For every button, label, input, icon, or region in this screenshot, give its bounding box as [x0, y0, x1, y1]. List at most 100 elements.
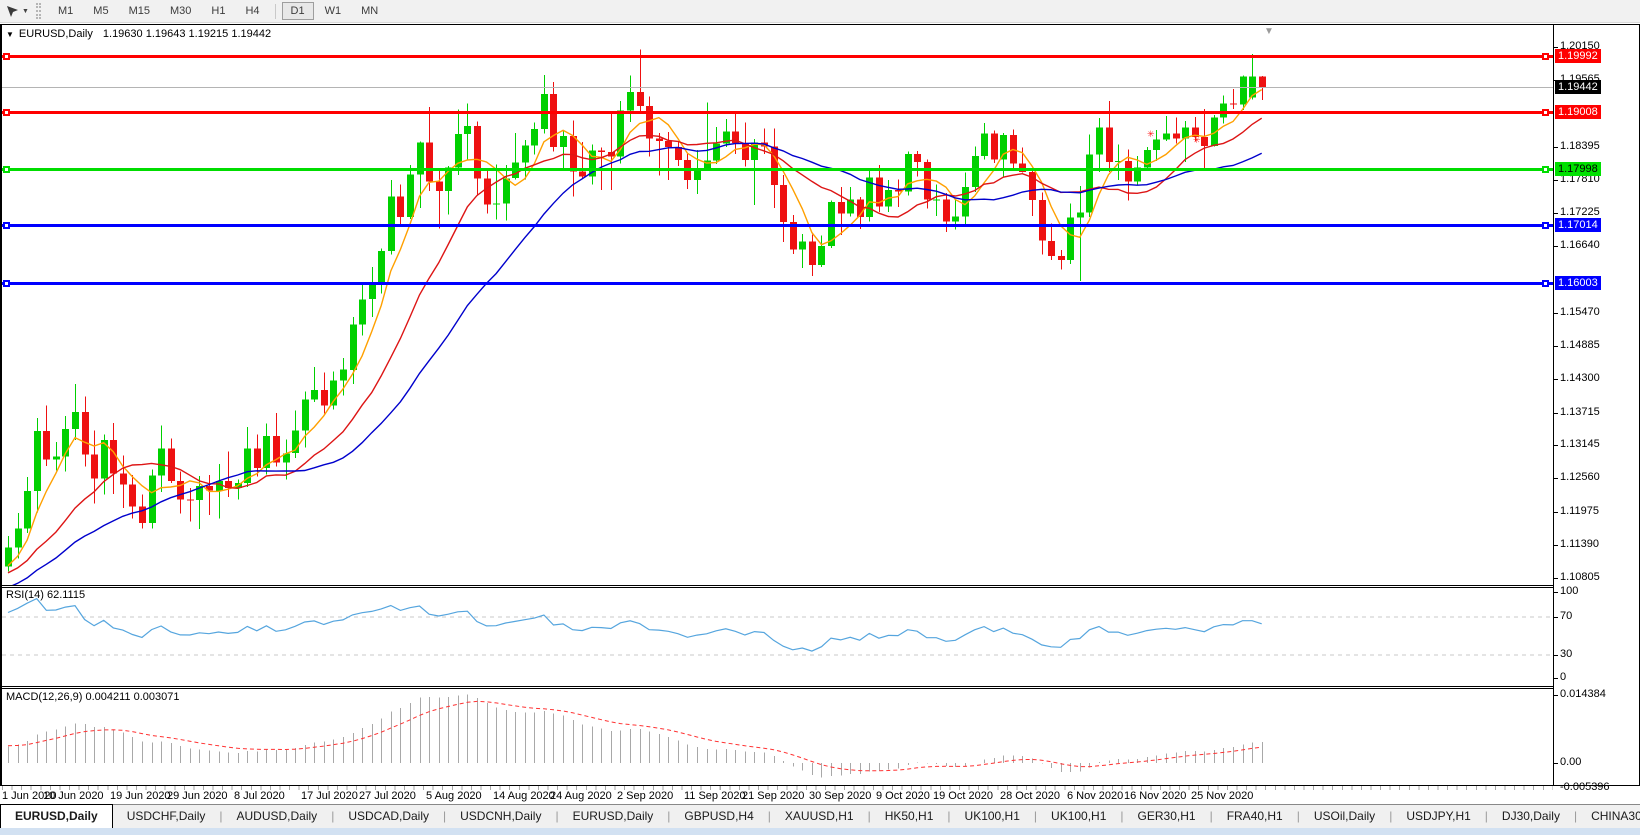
date-axis-label: 19 Jun 2020 [110, 790, 171, 802]
date-axis-label: 19 Oct 2020 [933, 790, 993, 802]
rsi-axis-label: 30 [1560, 648, 1572, 660]
line-drag-handle[interactable] [3, 280, 10, 287]
symbol-tab-hk50-8[interactable]: HK50,H1 [871, 805, 948, 828]
symbol-tab-gbpusd-6[interactable]: GBPUSD,H4 [670, 805, 767, 828]
line-drag-handle[interactable] [3, 222, 10, 229]
chart-ohlc-values: 1.19630 1.19643 1.19215 1.19442 [103, 28, 271, 40]
price-axis-tick [1553, 379, 1558, 380]
timeframe-button-m30[interactable]: M30 [161, 2, 200, 20]
timeframe-button-m15[interactable]: M15 [120, 2, 159, 20]
support-resistance-line[interactable] [2, 224, 1553, 227]
macd-axis-label: 0.00 [1560, 756, 1581, 768]
price-level-badge: 1.16003 [1555, 276, 1601, 290]
symbol-tab-ger30-11[interactable]: GER30,H1 [1124, 805, 1210, 828]
chart-marker-icon: ✳ [1193, 136, 1201, 145]
window-bottom-strip [0, 828, 1640, 835]
symbol-tab-usdcad-3[interactable]: USDCAD,Daily [334, 805, 443, 828]
date-axis-label: 2 Sep 2020 [617, 790, 673, 802]
scroll-to-end-icon[interactable]: ▼ [1264, 27, 1274, 37]
date-axis-label: 29 Jun 2020 [167, 790, 228, 802]
rsi-chart-canvas[interactable] [2, 588, 1553, 686]
line-drag-handle[interactable] [1542, 222, 1549, 229]
symbol-tab-eurusd-0[interactable]: EURUSD,Daily [0, 804, 113, 828]
symbol-tab-uk100-9[interactable]: UK100,H1 [951, 805, 1034, 828]
symbol-tab-xauusd-7[interactable]: XAUUSD,H1 [771, 805, 868, 828]
support-resistance-line[interactable] [2, 55, 1553, 58]
timeframe-button-m1[interactable]: M1 [49, 2, 82, 20]
price-axis-tick [1553, 545, 1558, 546]
symbol-tab-usoil-13[interactable]: USOil,Daily [1300, 805, 1389, 828]
price-axis-tick [1553, 413, 1558, 414]
tool-dropdown-caret-icon[interactable]: ▼ [22, 8, 32, 15]
date-axis-label: 28 Oct 2020 [1000, 790, 1060, 802]
price-axis-label: 1.14300 [1560, 372, 1600, 384]
price-level-badge: 1.19008 [1555, 105, 1601, 119]
symbol-tab-uk100-10[interactable]: UK100,H1 [1037, 805, 1120, 828]
price-level-badge: 1.19992 [1555, 49, 1601, 63]
support-resistance-line[interactable] [2, 111, 1553, 114]
price-chart-canvas[interactable] [2, 40, 1553, 585]
price-axis-label: 1.17225 [1560, 206, 1600, 218]
timeframe-button-d1[interactable]: D1 [282, 2, 314, 20]
date-axis-label: 8 Jul 2020 [234, 790, 285, 802]
price-axis-tick [1553, 180, 1558, 181]
price-level-badge: 1.17014 [1555, 218, 1601, 232]
date-axis-label: 25 Nov 2020 [1191, 790, 1253, 802]
price-axis-tick [1553, 213, 1558, 214]
price-axis-label: 1.18395 [1560, 140, 1600, 152]
symbol-tab-dj30-15[interactable]: DJ30,Daily [1488, 805, 1574, 828]
symbol-tab-china300-16[interactable]: CHINA300,H1 [1577, 805, 1640, 828]
cursor-tool-icon[interactable] [2, 2, 22, 20]
date-axis-label: 24 Aug 2020 [550, 790, 612, 802]
symbol-tab-audusd-2[interactable]: AUDUSD,Daily [223, 805, 332, 828]
trading-terminal: ▼ M1M5M15M30H1H4D1W1MN ▼EURUSD,Daily1.19… [0, 0, 1640, 835]
current-price-line [2, 87, 1553, 88]
timeframe-button-h1[interactable]: H1 [202, 2, 234, 20]
timeframe-button-w1[interactable]: W1 [316, 2, 351, 20]
line-drag-handle[interactable] [1542, 53, 1549, 60]
macd-axis-tick [1553, 695, 1558, 696]
price-axis-label: 1.14885 [1560, 339, 1600, 351]
macd-axis-label: 0.014384 [1560, 688, 1606, 700]
timeframe-button-h4[interactable]: H4 [236, 2, 268, 20]
rsi-axis-label: 100 [1560, 585, 1578, 597]
price-axis-label: 1.15470 [1560, 306, 1600, 318]
timeframe-button-mn[interactable]: MN [352, 2, 387, 20]
price-axis-tick [1553, 47, 1558, 48]
price-axis-label: 1.13715 [1560, 406, 1600, 418]
macd-chart-canvas[interactable] [2, 689, 1553, 785]
price-axis-label: 1.13145 [1560, 438, 1600, 450]
price-axis-label: 1.11390 [1560, 538, 1599, 550]
date-axis-label: 27 Jul 2020 [359, 790, 416, 802]
timeframe-button-m5[interactable]: M5 [84, 2, 117, 20]
chart-title: ▼EURUSD,Daily1.19630 1.19643 1.19215 1.1… [6, 28, 271, 40]
line-drag-handle[interactable] [1542, 109, 1549, 116]
line-drag-handle[interactable] [1542, 166, 1549, 173]
line-drag-handle[interactable] [3, 166, 10, 173]
toolbar-grip[interactable] [36, 3, 41, 19]
price-axis-tick [1553, 445, 1558, 446]
symbol-tab-bar: EURUSD,DailyUSDCHF,Daily|AUDUSD,Daily|US… [0, 804, 1640, 828]
line-drag-handle[interactable] [1542, 280, 1549, 287]
chart-marker-icon: ✳ [1147, 130, 1155, 139]
title-collapse-icon[interactable]: ▼ [6, 30, 14, 39]
date-axis-label: 21 Sep 2020 [742, 790, 804, 802]
date-axis-label: 10 Jun 2020 [43, 790, 104, 802]
rsi-axis-label: 70 [1560, 610, 1572, 622]
support-resistance-line[interactable] [2, 282, 1553, 285]
date-axis-label: 16 Nov 2020 [1124, 790, 1186, 802]
price-axis-label: 1.12560 [1560, 471, 1600, 483]
symbol-tab-eurusd-5[interactable]: EURUSD,Daily [559, 805, 668, 828]
symbol-tab-usdcnh-4[interactable]: USDCNH,Daily [446, 805, 555, 828]
price-axis-line [1553, 24, 1554, 786]
line-drag-handle[interactable] [3, 53, 10, 60]
price-axis-tick [1553, 512, 1558, 513]
date-axis-label: 14 Aug 2020 [493, 790, 555, 802]
symbol-tab-fra40-12[interactable]: FRA40,H1 [1213, 805, 1297, 828]
symbol-tab-usdchf-1[interactable]: USDCHF,Daily [113, 805, 220, 828]
support-resistance-line[interactable] [2, 168, 1553, 171]
date-axis-label: 11 Sep 2020 [684, 790, 746, 802]
price-axis-tick [1553, 578, 1558, 579]
symbol-tab-usdjpy-14[interactable]: USDJPY,H1 [1392, 805, 1484, 828]
line-drag-handle[interactable] [3, 109, 10, 116]
